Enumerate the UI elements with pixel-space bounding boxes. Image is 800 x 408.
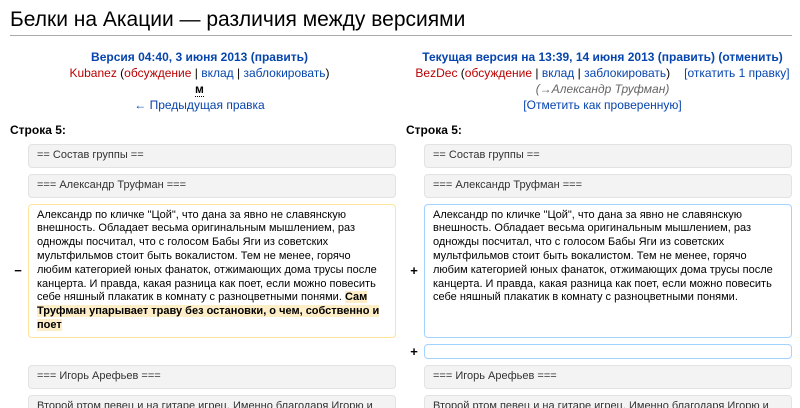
- context-line-right: === Игорь Арефьев ===: [424, 365, 792, 389]
- line-number-right: Строка 5:: [406, 121, 792, 138]
- new-user-talk-link[interactable]: обсуждение: [465, 66, 532, 80]
- diff-table: Строка 5: Строка 5: == Состав группы == …: [10, 121, 792, 408]
- new-revision-header: Текущая версия на 13:39, 14 июня 2013 (п…: [413, 49, 792, 113]
- context-line-right: === Александр Труфман ===: [424, 174, 792, 198]
- old-edit-link[interactable]: (править): [251, 50, 308, 64]
- context-paragraph-left: Второй ртом певец и на гитаре игрец. Име…: [28, 395, 396, 408]
- mark-reviewed-link[interactable]: [Отметить как проверенную]: [523, 98, 681, 112]
- new-user-line: BezDec (обсуждение | вклад | заблокирова…: [413, 65, 792, 81]
- context-paragraph-right: Второй ртом певец и на гитаре игрец. Име…: [424, 395, 792, 408]
- old-user-line: Kubanez (обсуждение | вклад | заблокиров…: [10, 65, 389, 81]
- punct: ): [666, 66, 670, 80]
- old-user-link[interactable]: Kubanez: [69, 66, 116, 80]
- undo-link[interactable]: (отменить): [718, 50, 782, 64]
- context-line-left: === Игорь Арефьев ===: [28, 365, 396, 389]
- punct: |: [578, 66, 581, 80]
- old-version-line: Версия 04:40, 3 июня 2013 (править): [10, 49, 389, 65]
- added-empty-line: [424, 344, 792, 359]
- new-user-contribs-link[interactable]: вклад: [542, 66, 574, 80]
- diff-header: Версия 04:40, 3 июня 2013 (править) Kuba…: [10, 49, 792, 113]
- new-version-line: Текущая версия на 13:39, 14 июня 2013 (п…: [413, 49, 792, 65]
- context-line-left: == Состав группы ==: [28, 144, 396, 168]
- previous-edit-link[interactable]: ← Предыдущая правка: [134, 98, 264, 112]
- page-title: Белки на Акации — различия между версиям…: [10, 7, 792, 36]
- punct: |: [535, 66, 538, 80]
- punct: |: [195, 66, 198, 80]
- context-line-left: === Александр Труфман ===: [28, 174, 396, 198]
- review-line: [Отметить как проверенную]: [413, 97, 792, 113]
- line-number-left: Строка 5:: [10, 121, 396, 138]
- new-edit-link[interactable]: (править): [658, 50, 715, 64]
- rollback-link[interactable]: [откатить 1 правку]: [684, 66, 789, 80]
- deleted-line: Александр по кличке "Цой", что дана за я…: [28, 204, 396, 338]
- previous-edit-line: ← Предыдущая правка: [10, 97, 389, 113]
- new-user-link[interactable]: BezDec: [415, 66, 457, 80]
- added-line-marker: +: [406, 344, 422, 359]
- old-version-link[interactable]: Версия 04:40, 3 июня 2013: [91, 50, 247, 64]
- edit-summary-line: (→Александр Труфман): [413, 81, 792, 97]
- punct: |: [237, 66, 240, 80]
- old-user-contribs-link[interactable]: вклад: [201, 66, 233, 80]
- new-user-block-link[interactable]: заблокировать: [584, 66, 666, 80]
- minor-edit-line: м: [10, 81, 389, 97]
- deleted-line-marker: −: [10, 204, 26, 338]
- deleted-text: Александр по кличке "Цой", что дана за я…: [37, 209, 377, 304]
- minor-edit-flag: м: [195, 82, 204, 97]
- autocomment-section-link[interactable]: (→Александр Труфман): [536, 82, 670, 96]
- added-line: Александр по кличке "Цой", что дана за я…: [424, 204, 792, 338]
- punct: ): [326, 66, 330, 80]
- context-line-right: == Состав группы ==: [424, 144, 792, 168]
- added-line-marker: +: [406, 204, 422, 338]
- old-user-talk-link[interactable]: обсуждение: [124, 66, 191, 80]
- new-version-link[interactable]: Текущая версия на 13:39, 14 июня 2013: [422, 50, 654, 64]
- old-user-block-link[interactable]: заблокировать: [244, 66, 326, 80]
- old-revision-header: Версия 04:40, 3 июня 2013 (править) Kuba…: [10, 49, 389, 113]
